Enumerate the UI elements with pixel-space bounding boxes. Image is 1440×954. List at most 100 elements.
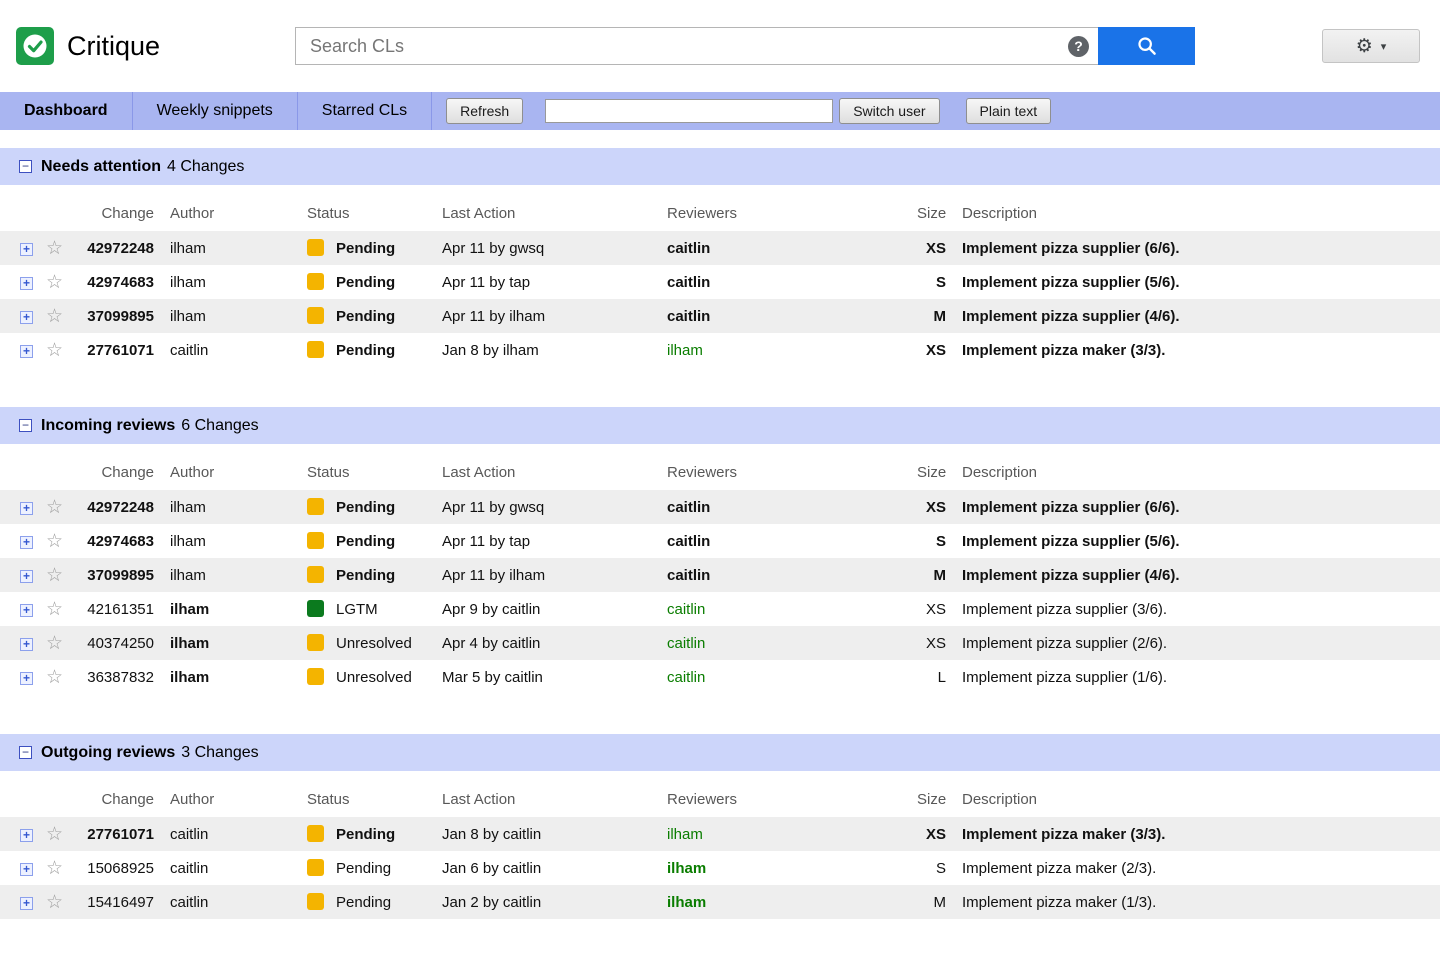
reviewer: caitlin [655, 660, 905, 694]
star-icon[interactable]: ☆ [46, 497, 63, 518]
description[interactable]: Implement pizza maker (1/3). [950, 885, 1440, 919]
star-icon[interactable]: ☆ [46, 340, 63, 361]
star-icon[interactable]: ☆ [46, 599, 63, 620]
author: ilham [158, 592, 295, 626]
cl-row: +☆40374250ilhamUnresolvedApr 4 by caitli… [0, 626, 1440, 660]
change-number[interactable]: 37099895 [70, 558, 158, 592]
help-icon[interactable]: ? [1068, 36, 1089, 57]
description[interactable]: Implement pizza supplier (6/6). [950, 231, 1440, 265]
author: ilham [158, 558, 295, 592]
description[interactable]: Implement pizza maker (3/3). [950, 333, 1440, 367]
cl-row: +☆42972248ilhamPendingApr 11 by gwsqcait… [0, 490, 1440, 524]
star-icon[interactable]: ☆ [46, 306, 63, 327]
column-header-empty [0, 444, 38, 490]
change-number[interactable]: 42974683 [70, 265, 158, 299]
app-header: Critique ? ⚙ ▾ [0, 0, 1440, 92]
description[interactable]: Implement pizza supplier (4/6). [950, 558, 1440, 592]
description[interactable]: Implement pizza supplier (2/6). [950, 626, 1440, 660]
change-number[interactable]: 40374250 [70, 626, 158, 660]
star-icon[interactable]: ☆ [46, 858, 63, 879]
cl-row: +☆27761071caitlinPendingJan 8 by caitlin… [0, 817, 1440, 851]
collapse-section-icon[interactable]: − [19, 160, 32, 173]
search-input[interactable] [296, 28, 1068, 64]
last-action: Mar 5 by caitlin [430, 660, 655, 694]
star-icon[interactable]: ☆ [46, 633, 63, 654]
size: XS [905, 592, 950, 626]
collapse-section-icon[interactable]: − [19, 746, 32, 759]
expand-row-icon[interactable]: + [20, 604, 33, 617]
search-button[interactable] [1098, 27, 1195, 65]
author: ilham [158, 490, 295, 524]
logo-wrap: Critique [16, 27, 160, 65]
cl-row: +☆42974683ilhamPendingApr 11 by tapcaitl… [0, 524, 1440, 558]
reviewer: caitlin [655, 558, 905, 592]
column-header-empty [38, 444, 70, 490]
size: S [905, 524, 950, 558]
description[interactable]: Implement pizza supplier (6/6). [950, 490, 1440, 524]
star-icon[interactable]: ☆ [46, 272, 63, 293]
last-action: Jan 6 by caitlin [430, 851, 655, 885]
status-label: Pending [336, 860, 391, 877]
author: ilham [158, 265, 295, 299]
status-badge-pending [307, 566, 324, 583]
star-icon[interactable]: ☆ [46, 531, 63, 552]
tab-starred-cls[interactable]: Starred CLs [298, 92, 432, 130]
description[interactable]: Implement pizza maker (2/3). [950, 851, 1440, 885]
expand-row-icon[interactable]: + [20, 829, 33, 842]
star-icon[interactable]: ☆ [46, 667, 63, 688]
expand-row-icon[interactable]: + [20, 277, 33, 290]
refresh-button[interactable]: Refresh [446, 98, 523, 124]
gear-icon: ⚙ [1356, 37, 1373, 56]
expand-row-icon[interactable]: + [20, 638, 33, 651]
change-number[interactable]: 15068925 [70, 851, 158, 885]
tab-weekly-snippets[interactable]: Weekly snippets [133, 92, 298, 130]
description[interactable]: Implement pizza supplier (1/6). [950, 660, 1440, 694]
size: L [905, 660, 950, 694]
cl-row: +☆36387832ilhamUnresolvedMar 5 by caitli… [0, 660, 1440, 694]
star-icon[interactable]: ☆ [46, 565, 63, 586]
expand-row-icon[interactable]: + [20, 897, 33, 910]
switch-user-button[interactable]: Switch user [839, 98, 939, 124]
app-title: Critique [67, 31, 160, 62]
column-header-last-action: Last Action [430, 185, 655, 231]
description[interactable]: Implement pizza maker (3/3). [950, 817, 1440, 851]
expand-row-icon[interactable]: + [20, 345, 33, 358]
expand-row-icon[interactable]: + [20, 570, 33, 583]
description[interactable]: Implement pizza supplier (4/6). [950, 299, 1440, 333]
expand-row-icon[interactable]: + [20, 672, 33, 685]
expand-row-icon[interactable]: + [20, 502, 33, 515]
change-number[interactable]: 42974683 [70, 524, 158, 558]
description[interactable]: Implement pizza supplier (5/6). [950, 265, 1440, 299]
change-number[interactable]: 36387832 [70, 660, 158, 694]
column-header-description: Description [950, 444, 1440, 490]
settings-button[interactable]: ⚙ ▾ [1322, 29, 1420, 63]
expand-row-icon[interactable]: + [20, 536, 33, 549]
column-header-status: Status [295, 771, 430, 817]
switch-user-input[interactable] [545, 99, 833, 123]
change-number[interactable]: 15416497 [70, 885, 158, 919]
expand-row-icon[interactable]: + [20, 243, 33, 256]
column-header-empty [0, 771, 38, 817]
status-label: Pending [336, 308, 395, 325]
change-number[interactable]: 42161351 [70, 592, 158, 626]
description[interactable]: Implement pizza supplier (5/6). [950, 524, 1440, 558]
change-number[interactable]: 42972248 [70, 231, 158, 265]
author: ilham [158, 660, 295, 694]
change-number[interactable]: 27761071 [70, 333, 158, 367]
reviewer: caitlin [655, 524, 905, 558]
change-number[interactable]: 27761071 [70, 817, 158, 851]
collapse-section-icon[interactable]: − [19, 419, 32, 432]
plain-text-button[interactable]: Plain text [966, 98, 1052, 124]
star-icon[interactable]: ☆ [46, 892, 63, 913]
change-number[interactable]: 37099895 [70, 299, 158, 333]
description[interactable]: Implement pizza supplier (3/6). [950, 592, 1440, 626]
status-badge-unresolved [307, 668, 324, 685]
expand-row-icon[interactable]: + [20, 863, 33, 876]
star-icon[interactable]: ☆ [46, 824, 63, 845]
tab-dashboard[interactable]: Dashboard [0, 92, 133, 130]
change-number[interactable]: 42972248 [70, 490, 158, 524]
column-header-description: Description [950, 771, 1440, 817]
column-header-empty [0, 185, 38, 231]
star-icon[interactable]: ☆ [46, 238, 63, 259]
expand-row-icon[interactable]: + [20, 311, 33, 324]
